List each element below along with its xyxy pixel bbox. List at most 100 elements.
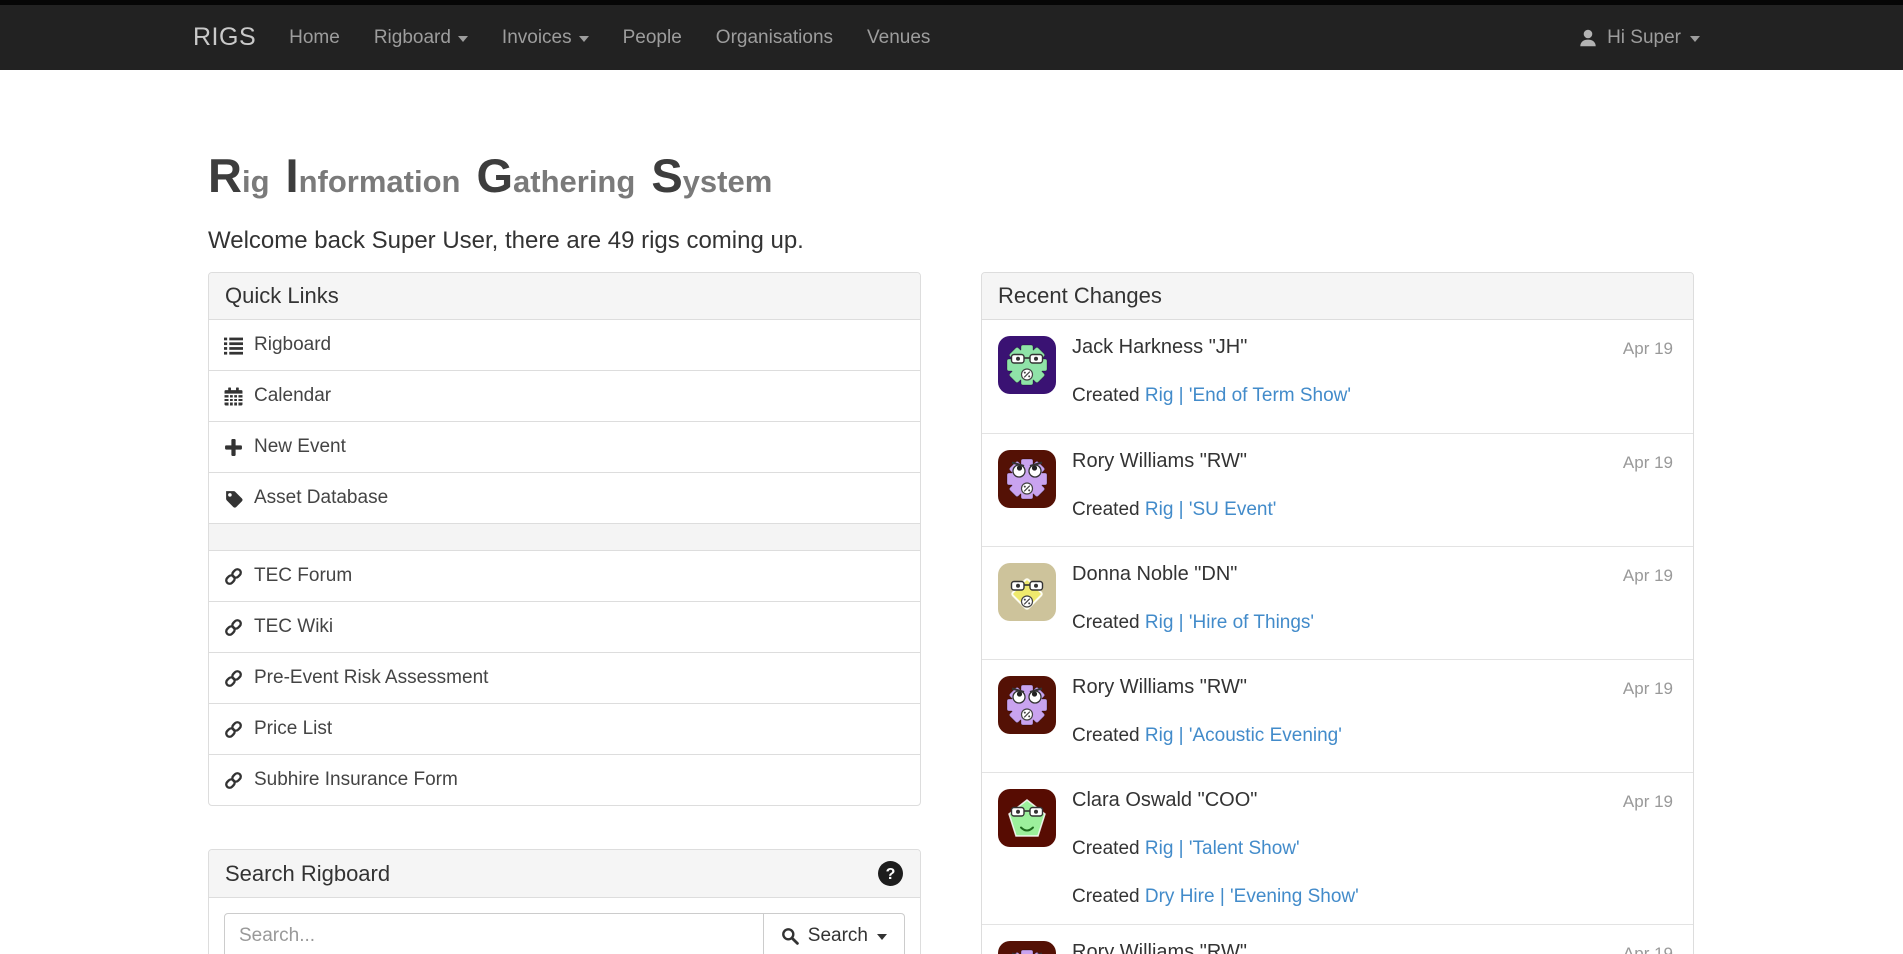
quick-link-subhire-insurance-form[interactable]: Subhire Insurance Form	[209, 754, 920, 805]
nav-item-venues[interactable]: Venues	[850, 5, 947, 70]
search-icon	[781, 927, 799, 945]
user-menu-label: Hi Super	[1607, 27, 1681, 49]
quick-link-label: Price List	[254, 718, 332, 740]
entry-user-name: Rory Williams "RW"	[1072, 941, 1247, 954]
entry-action-link[interactable]: Rig | 'Acoustic Evening'	[1145, 725, 1342, 746]
user-avatar	[998, 676, 1056, 734]
nav-item-label: Organisations	[716, 27, 833, 49]
nav-item-organisations[interactable]: Organisations	[699, 5, 850, 70]
quick-link-tec-wiki[interactable]: TEC Wiki	[209, 601, 920, 652]
entry-action: Created Rig | 'Acoustic Evening'	[1072, 725, 1673, 747]
nav-item-label: Invoices	[502, 27, 572, 49]
entry-action-prefix: Created	[1072, 385, 1145, 406]
recent-change-entry: Rory Williams "RW"Apr 19Created Rig | 'S…	[982, 433, 1693, 546]
page-title-word: Rig	[208, 163, 270, 199]
right-column: Recent Changes Jack Harkness "JH"Apr 19C…	[981, 272, 1694, 954]
nav-item-label: Venues	[867, 27, 930, 49]
page-title-word: Information	[286, 163, 461, 199]
user-avatar	[998, 336, 1056, 394]
recent-changes-heading: Recent Changes	[982, 273, 1693, 320]
quick-link-tec-forum[interactable]: TEC Forum	[209, 550, 920, 601]
link-icon	[224, 720, 243, 739]
recent-change-entry: Rory Williams "RW" Apr 19 Created Rig | 'A…	[982, 659, 1693, 772]
entry-action: Created Dry Hire | 'Evening Show'	[1072, 886, 1673, 908]
page-title-word: Gathering	[476, 163, 635, 199]
entry-action-link[interactable]: Rig | 'End of Term Show'	[1145, 385, 1351, 406]
quick-link-calendar[interactable]: Calendar	[209, 370, 920, 421]
entry-date: Apr 19	[1623, 339, 1673, 359]
entry-action-prefix: Created	[1072, 725, 1145, 746]
quick-link-pre-event-risk-assessment[interactable]: Pre-Event Risk Assessment	[209, 652, 920, 703]
user-menu[interactable]: Hi Super	[1578, 5, 1700, 70]
main-content: Rig Information Gathering System Welcome ba…	[208, 148, 1694, 954]
chevron-down-icon	[579, 36, 589, 42]
chevron-down-icon	[458, 36, 468, 42]
user-avatar	[998, 941, 1056, 954]
search-button-label: Search	[808, 925, 868, 947]
brand-link[interactable]: RIGS	[193, 23, 256, 52]
plus-icon	[224, 438, 243, 457]
recent-change-entry: Rory Williams "RW"Apr 19	[982, 924, 1693, 954]
chevron-down-icon	[877, 934, 887, 940]
entry-user-name: Clara Oswald "COO"	[1072, 789, 1257, 812]
quick-link-label: Pre-Event Risk Assessment	[254, 667, 488, 689]
recent-change-entry: Clara Oswald "COO" Apr 19 Created Rig | 'T…	[982, 772, 1693, 924]
svg-text:?: ?	[886, 866, 896, 883]
entry-action-prefix: Created	[1072, 499, 1145, 520]
nav-item-invoices[interactable]: Invoices	[485, 5, 606, 70]
quick-link-label: TEC Forum	[254, 565, 352, 587]
navbar: RIGS Home Rigboard Invoices People Organisat…	[0, 5, 1903, 70]
nav-items: Home Rigboard Invoices People Organisations V…	[272, 5, 947, 70]
entry-date: Apr 19	[1623, 792, 1673, 812]
link-icon	[224, 567, 243, 586]
recent-change-entry: Donna Noble "DN"Apr 19Created Rig | 'Hir…	[982, 546, 1693, 659]
quick-link-price-list[interactable]: Price List	[209, 703, 920, 754]
search-button[interactable]: Search	[764, 913, 905, 954]
entry-user-name: Rory Williams "RW"	[1072, 676, 1247, 699]
user-avatar	[998, 563, 1056, 621]
recent-changes-panel: Recent Changes Jack Harkness "JH"Apr 19C…	[981, 272, 1694, 954]
nav-item-rigboard[interactable]: Rigboard	[357, 5, 485, 70]
search-rigboard-panel: Search Rigboard ? Search	[208, 849, 921, 954]
welcome-text: Welcome back Super User, there are 49 ri…	[208, 227, 1694, 255]
quick-link-label: TEC Wiki	[254, 616, 333, 638]
entry-action-link[interactable]: Dry Hire | 'Evening Show'	[1145, 886, 1359, 907]
entry-action-prefix: Created	[1072, 838, 1145, 859]
link-icon	[224, 669, 243, 688]
tag-icon	[224, 489, 243, 508]
quick-link-label: Subhire Insurance Form	[254, 769, 458, 791]
entry-action: Created Rig | 'SU Event'	[1072, 499, 1673, 521]
user-avatar	[998, 789, 1056, 847]
quick-links-list: Rigboard Calendar New Event Asset Database T…	[209, 320, 920, 805]
quick-link-rigboard[interactable]: Rigboard	[209, 320, 920, 370]
nav-item-people[interactable]: People	[606, 5, 699, 70]
entry-action-link[interactable]: Rig | 'SU Event'	[1145, 499, 1277, 520]
entry-action: Created Rig | 'Hire of Things'	[1072, 612, 1673, 634]
entry-user-name: Donna Noble "DN"	[1072, 563, 1237, 586]
quick-link-label: Asset Database	[254, 487, 388, 509]
page-title: Rig Information Gathering System	[208, 148, 1694, 203]
recent-change-entry: Jack Harkness "JH"Apr 19Created Rig | 'E…	[982, 320, 1693, 433]
quick-links-separator	[209, 523, 920, 550]
quick-link-asset-database[interactable]: Asset Database	[209, 472, 920, 523]
quick-link-new-event[interactable]: New Event	[209, 421, 920, 472]
user-avatar	[998, 450, 1056, 508]
entry-action-link[interactable]: Rig | 'Talent Show'	[1145, 838, 1300, 859]
search-input[interactable]	[224, 913, 764, 954]
calendar-icon	[224, 387, 243, 406]
recent-changes-list: Jack Harkness "JH"Apr 19Created Rig | 'E…	[982, 320, 1693, 954]
nav-item-home[interactable]: Home	[272, 5, 357, 70]
question-circle-icon[interactable]: ?	[877, 860, 904, 887]
entry-action: Created Rig | 'Talent Show'	[1072, 838, 1673, 860]
link-icon	[224, 618, 243, 637]
entry-action: Created Rig | 'End of Term Show'	[1072, 385, 1673, 407]
recent-changes-title: Recent Changes	[998, 283, 1162, 309]
entry-action-link[interactable]: Rig | 'Hire of Things'	[1145, 612, 1314, 633]
list-icon	[224, 336, 243, 355]
nav-item-label: Rigboard	[374, 27, 451, 49]
left-column: Quick Links RigboardCalendarNew EventAss…	[208, 272, 921, 954]
quick-link-label: Calendar	[254, 385, 331, 407]
entry-date: Apr 19	[1623, 453, 1673, 473]
entry-date: Apr 19	[1623, 679, 1673, 699]
page-title-word: System	[651, 163, 772, 199]
